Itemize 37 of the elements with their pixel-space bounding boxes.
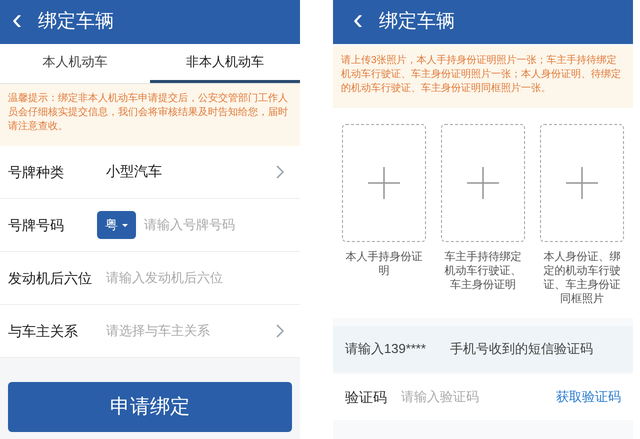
- plus-icon: [368, 167, 400, 199]
- tab[interactable]: 本人机动车: [0, 44, 150, 83]
- submit-button[interactable]: 申请绑定: [8, 382, 292, 432]
- form-row[interactable]: 号牌号码 粤 请输入号牌号码: [0, 199, 300, 252]
- verification-code-field[interactable]: 请输入验证码: [401, 387, 541, 407]
- field-label: 号牌种类: [8, 162, 65, 182]
- get-code-link[interactable]: 获取验证码: [556, 387, 621, 407]
- photo-upload-slot[interactable]: [441, 124, 525, 242]
- notice-banner: 温馨提示：绑定非本人机动车申请提交后，公安交管部门工作人员会仔细核实提交信息，我们会将审核结果及时告知给您，届时请注意查收。: [0, 84, 300, 146]
- plus-icon: [467, 167, 499, 199]
- upload-caption: 本人手持身份证明: [344, 250, 424, 278]
- field-label: 号牌号码: [8, 216, 65, 234]
- back-button[interactable]: ‹: [349, 5, 367, 35]
- upload-caption: 车主手持待绑定机动车行驶证、车主身份证明: [444, 250, 522, 292]
- form-row[interactable]: 发动机后六位 请输入发动机后六位: [0, 252, 300, 305]
- engine-number-field[interactable]: 请输入发动机后六位: [106, 268, 276, 288]
- sms-prompt-text: 手机号收到的短信验证码: [450, 340, 593, 358]
- notice-banner: 请上传3张照片，本人手持身份证明照片一张；车主手持待绑定机动车行驶证、车主身份证明照片一张；本人身份证明、待绑定的机动车行驶证、车主身份证明同框照片一张。: [333, 46, 633, 108]
- chevron-right-icon: [276, 324, 284, 338]
- form-row[interactable]: 与车主关系 请选择与车主关系: [0, 305, 300, 358]
- form-row[interactable]: 号牌种类 小型汽车: [0, 146, 300, 199]
- upload-caption: 本人身份证、绑定的机动车行驶证、车主身份证同框照片: [542, 250, 622, 306]
- select-placeholder: 请选择与车主关系: [106, 323, 210, 338]
- screen-title: 绑定车辆: [379, 10, 455, 34]
- field-label: 验证码: [345, 388, 388, 406]
- plate-number-field[interactable]: 请输入号牌号码: [144, 215, 284, 235]
- province-dropdown[interactable]: 粤: [97, 211, 136, 239]
- screen-title: 绑定车辆: [38, 10, 114, 34]
- back-button[interactable]: ‹: [8, 5, 26, 35]
- select-value: 小型汽车: [106, 163, 162, 179]
- photo-upload-slot[interactable]: [342, 124, 426, 242]
- field-label: 发动机后六位: [8, 268, 93, 288]
- plus-icon: [566, 167, 598, 199]
- photo-upload-slot[interactable]: [540, 124, 624, 242]
- field-label: 与车主关系: [8, 322, 79, 340]
- sms-prompt-text: 请输入139****: [345, 340, 426, 358]
- chevron-right-icon: [276, 165, 284, 179]
